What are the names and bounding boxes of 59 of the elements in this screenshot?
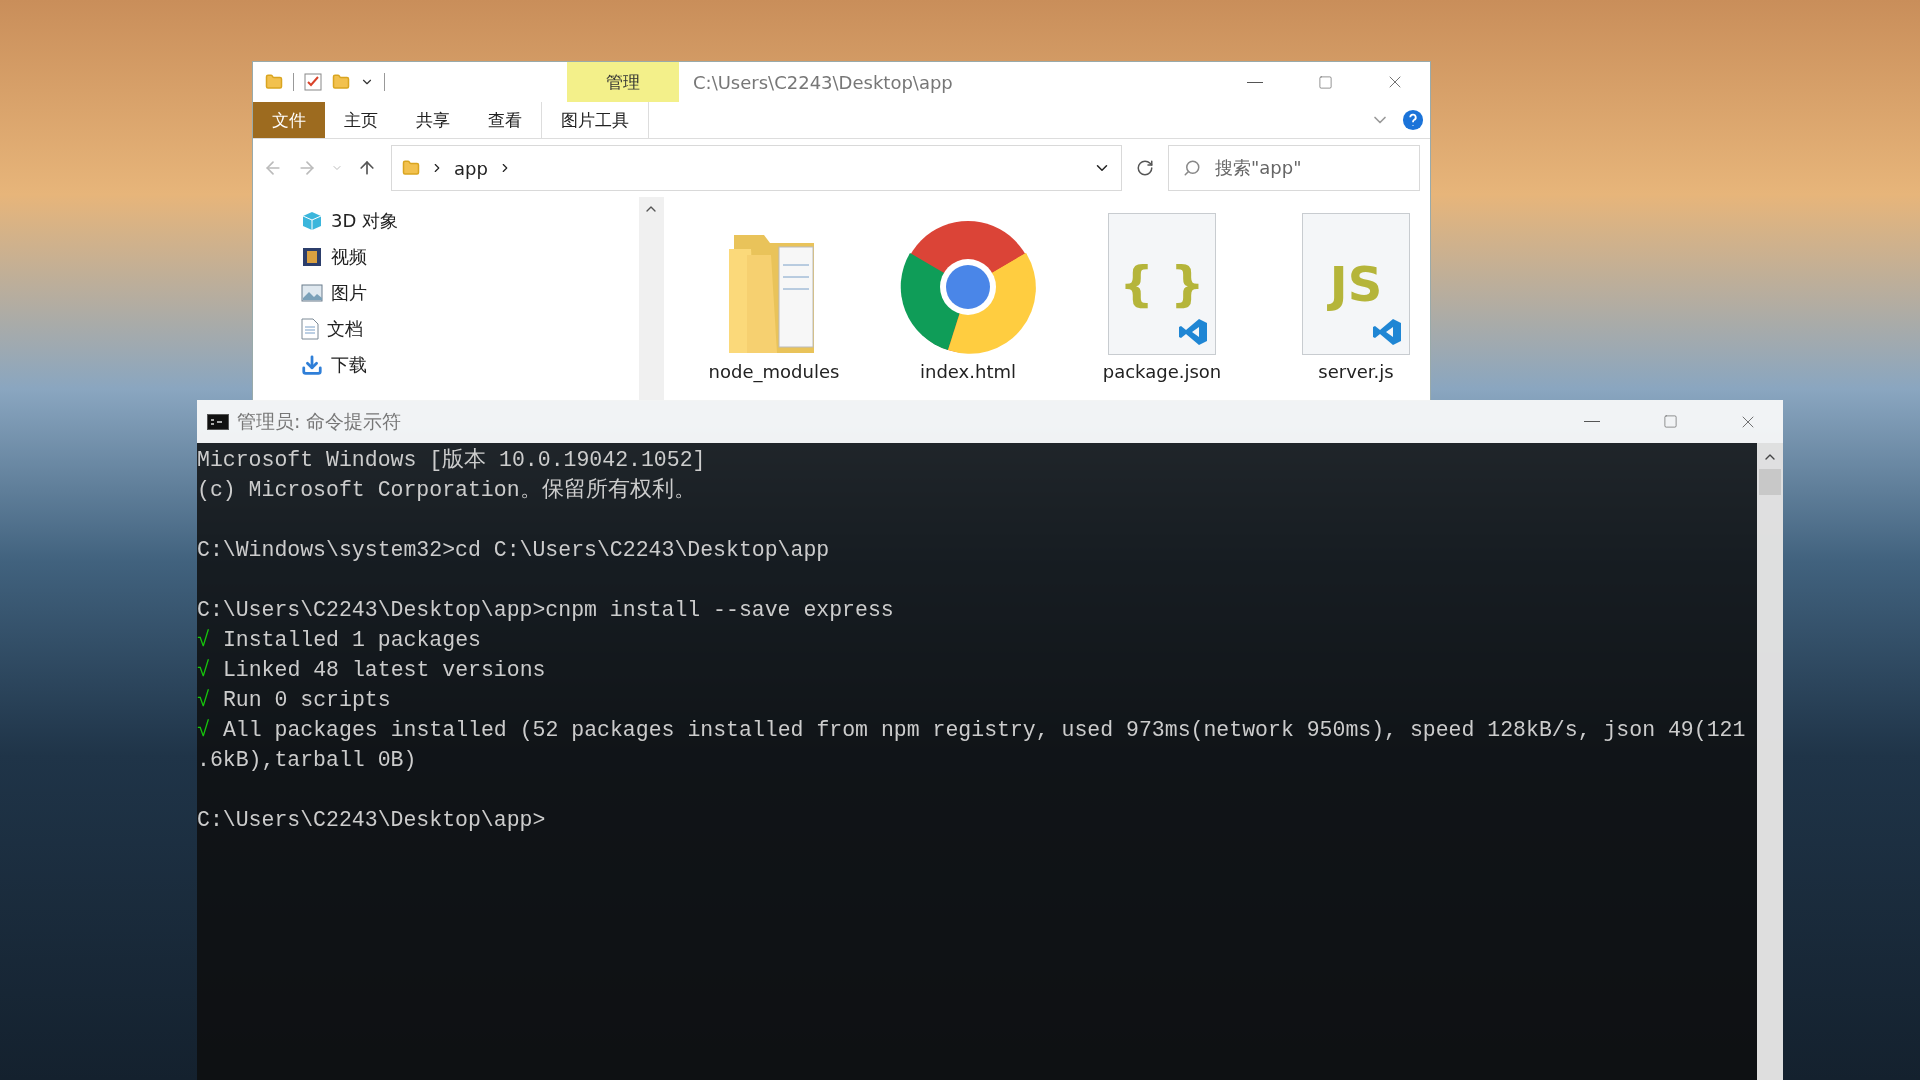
maximize-icon xyxy=(1662,414,1678,429)
scrollbar-thumb[interactable] xyxy=(1759,469,1781,495)
file-name[interactable]: server.js xyxy=(1318,361,1394,382)
refresh-icon xyxy=(1136,159,1154,177)
document-icon xyxy=(301,318,319,340)
search-placeholder: 搜索"app" xyxy=(1215,156,1302,180)
code-file-icon: JS xyxy=(1302,213,1410,355)
console-line: C:\Windows\system32>cd C:\Users\C2243\Desktop\app xyxy=(197,537,831,564)
cube-icon xyxy=(301,210,323,232)
console-line: All packages installed (52 packages installed from npm registry, used 973ms(network 950ms), speed 128kB/s, json 49(121 xyxy=(222,718,1746,742)
nav-item[interactable]: 文档 xyxy=(327,317,363,341)
console-line: Installed 1 packages xyxy=(222,628,481,652)
circle-logo-icon xyxy=(900,219,1036,355)
nav-item[interactable]: 图片 xyxy=(331,281,367,305)
ribbon-tab[interactable]: 共享 xyxy=(397,102,469,138)
code-file-icon: { } xyxy=(1108,213,1216,355)
scrollbar[interactable] xyxy=(1757,443,1783,1080)
file-menu-tab[interactable]: 文件 xyxy=(253,102,325,138)
window-title: 管理员: 命令提示符 xyxy=(237,408,403,434)
folder-icon[interactable] xyxy=(332,73,350,91)
console-line: .6kB),tarball 0B) xyxy=(197,747,418,774)
ribbon-tab[interactable]: 查看 xyxy=(469,102,541,138)
window-title: C:\Users\C2243\Desktop\app xyxy=(693,71,954,93)
download-arrow-icon xyxy=(301,354,323,376)
console-line: Run 0 scripts xyxy=(222,688,391,712)
check-mark: √ xyxy=(197,688,210,712)
address-bar[interactable]: app xyxy=(391,145,1122,191)
folder-icon xyxy=(402,159,420,177)
search-field[interactable]: 搜索"app" xyxy=(1168,145,1420,191)
picture-icon xyxy=(301,284,323,302)
check-mark: √ xyxy=(197,628,210,652)
maximize-icon xyxy=(1317,74,1333,90)
nav-item[interactable]: 下载 xyxy=(331,353,367,377)
check-mark: √ xyxy=(197,658,210,682)
folder-icon[interactable] xyxy=(265,73,283,91)
file-name[interactable]: index.html xyxy=(920,361,1016,382)
ribbon-tab[interactable]: 主页 xyxy=(325,102,397,138)
console-line: (c) Microsoft Corporation。保留所有权利。 xyxy=(197,477,697,504)
minimize-icon xyxy=(1247,81,1263,83)
nav-item[interactable]: 3D 对象 xyxy=(331,209,399,233)
search-icon xyxy=(1183,159,1201,177)
context-tab-header: 管理 xyxy=(567,62,679,102)
breadcrumb-item[interactable]: app xyxy=(454,157,488,179)
help-icon[interactable] xyxy=(1402,109,1424,131)
scrollbar[interactable] xyxy=(638,197,664,400)
console-line: Linked 48 latest versions xyxy=(222,658,546,682)
file-name[interactable]: package.json xyxy=(1102,361,1222,382)
context-ribbon-tab[interactable]: 图片工具 xyxy=(541,102,649,138)
file-name[interactable]: node_modules xyxy=(708,361,840,382)
check-mark: √ xyxy=(197,718,210,742)
console-line: Microsoft Windows [版本 10.0.19042.1052] xyxy=(197,447,707,474)
console-line: C:\Users\C2243\Desktop\app> xyxy=(197,807,547,834)
checklist-icon[interactable] xyxy=(304,73,322,91)
minimize-icon xyxy=(1584,421,1600,422)
console-line: C:\Users\C2243\Desktop\app>cnpm install --save express xyxy=(197,597,895,624)
refresh-button[interactable] xyxy=(1136,159,1154,177)
terminal-icon xyxy=(207,413,229,430)
film-icon xyxy=(301,246,323,268)
nav-item[interactable]: 视频 xyxy=(331,245,367,269)
